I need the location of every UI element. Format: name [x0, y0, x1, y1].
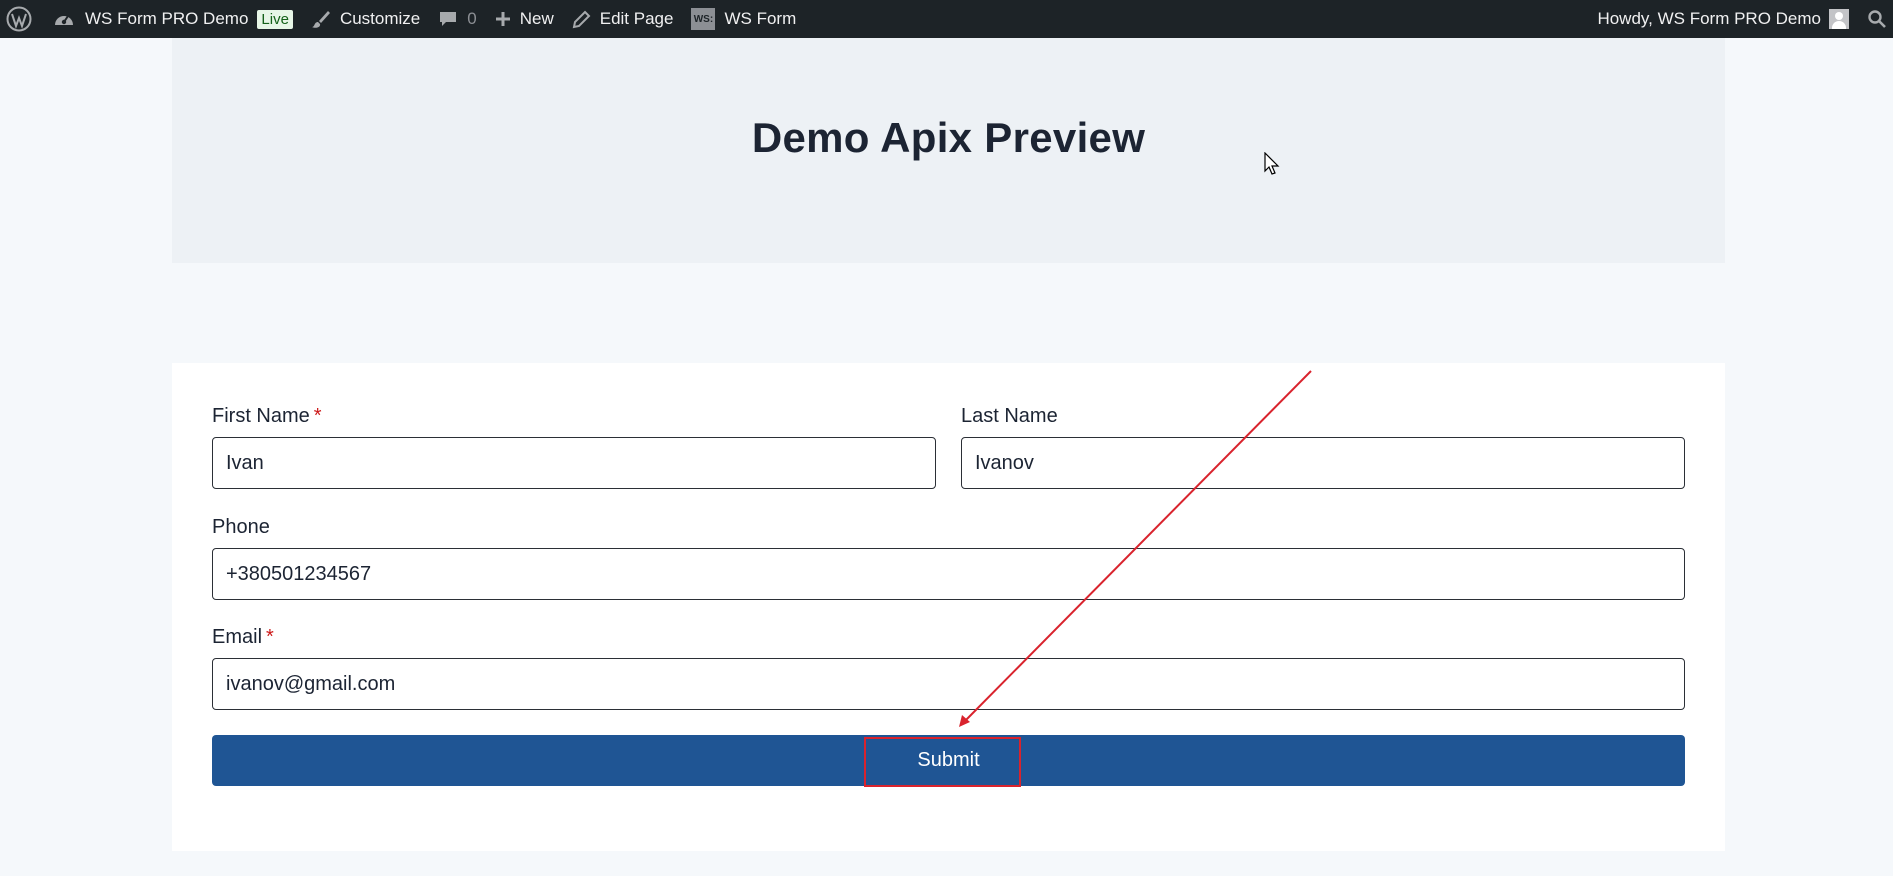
brush-icon	[311, 9, 331, 29]
search-icon	[1867, 9, 1887, 29]
live-badge: Live	[257, 9, 293, 29]
email-label: Email *	[212, 626, 274, 649]
phone-input[interactable]	[212, 548, 1685, 600]
edit-page-label: Edit Page	[599, 9, 674, 28]
page-header: Demo Apix Preview	[172, 38, 1725, 263]
search-button[interactable]	[1858, 0, 1893, 38]
ws-form-label: WS Form	[724, 9, 797, 28]
pencil-icon	[572, 10, 591, 29]
plus-icon	[495, 11, 511, 27]
admin-bar: WS Form PRO Demo Live Customize 0 New Ed…	[0, 0, 1893, 38]
required-mark: *	[266, 626, 274, 648]
wordpress-logo-icon	[6, 6, 32, 32]
wordpress-menu[interactable]	[0, 0, 44, 38]
customize-label: Customize	[339, 9, 421, 28]
site-name-menu[interactable]: WS Form PRO Demo Live	[44, 0, 302, 38]
comment-icon	[438, 9, 458, 29]
last-name-label-text: Last Name	[961, 405, 1058, 427]
contact-form: First Name* Last Name Phone Email* Submi…	[172, 363, 1725, 851]
last-name-label: Last Name	[961, 405, 1058, 428]
site-name-label: WS Form PRO Demo	[85, 9, 249, 28]
comments-count: 0	[467, 9, 477, 28]
dashboard-icon	[53, 9, 75, 29]
first-name-input[interactable]	[212, 437, 936, 489]
mouse-cursor-icon	[1264, 152, 1280, 175]
first-name-label-text: First Name	[212, 405, 310, 427]
my-account-menu[interactable]: Howdy, WS Form PRO Demo	[1588, 0, 1858, 38]
first-name-label: First Name *	[212, 405, 322, 428]
new-label: New	[519, 9, 554, 28]
howdy-label: Howdy, WS Form PRO Demo	[1597, 9, 1821, 28]
edit-page-menu[interactable]: Edit Page	[563, 0, 683, 38]
avatar-icon	[1829, 9, 1849, 29]
ws-form-menu[interactable]: WS: WS Form	[682, 0, 805, 38]
ws-form-icon: WS:	[691, 8, 716, 30]
email-label-text: Email	[212, 626, 263, 648]
email-input[interactable]	[212, 658, 1685, 710]
phone-label: Phone	[212, 516, 270, 539]
comments-menu[interactable]: 0	[429, 0, 485, 38]
customize-menu[interactable]: Customize	[302, 0, 429, 38]
new-content-menu[interactable]: New	[486, 0, 563, 38]
submit-label: Submit	[917, 749, 980, 771]
submit-button[interactable]: Submit	[212, 735, 1685, 786]
phone-label-text: Phone	[212, 516, 270, 538]
last-name-input[interactable]	[961, 437, 1685, 489]
page-title: Demo Apix Preview	[751, 114, 1146, 161]
required-mark: *	[313, 405, 322, 427]
